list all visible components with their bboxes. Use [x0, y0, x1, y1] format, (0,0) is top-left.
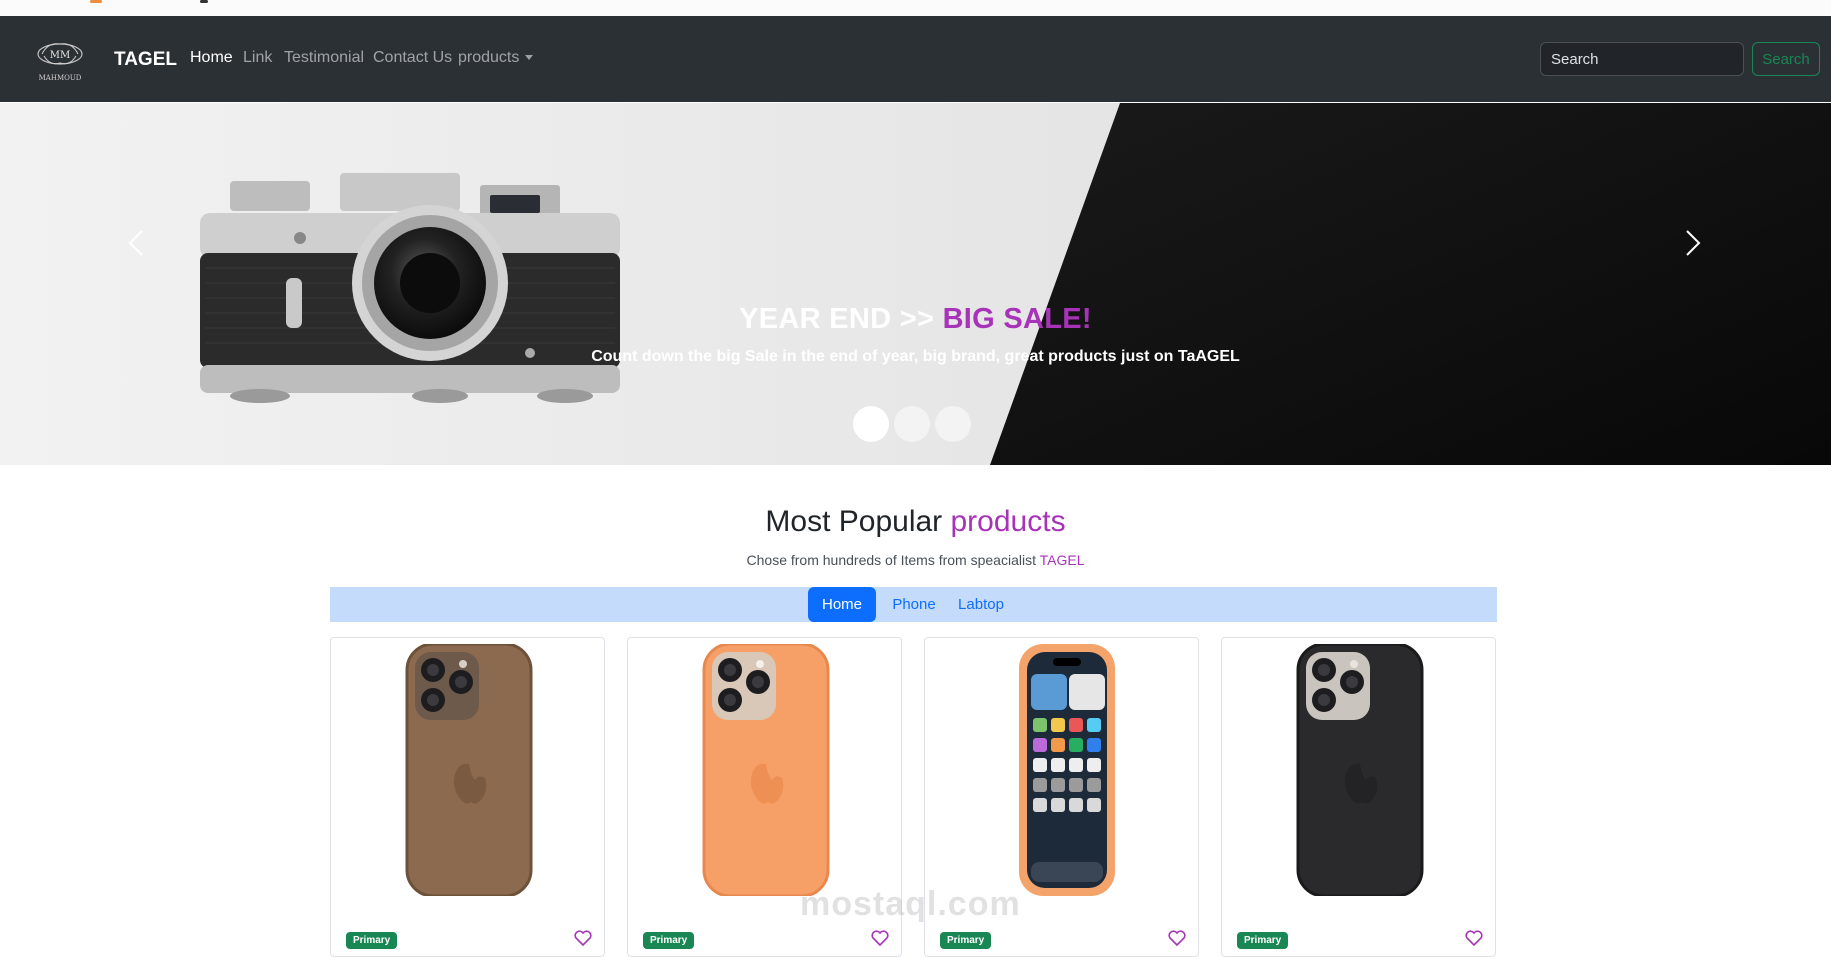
- hero-title-main: YEAR END >>: [739, 303, 943, 335]
- brand-logo-icon[interactable]: MM MAHMOUD: [28, 36, 92, 84]
- section-subtitle-main: Chose from hundreds of Items from speaci…: [746, 552, 1040, 568]
- product-badge: Primary: [346, 932, 398, 949]
- nav-link-link[interactable]: Link: [243, 49, 272, 67]
- carousel-next-icon[interactable]: [1673, 223, 1713, 263]
- browser-top-strip: [0, 0, 1831, 17]
- caret-down-icon: [525, 55, 534, 61]
- product-badge: Primary: [643, 932, 695, 949]
- nav-link-home[interactable]: Home: [190, 49, 233, 67]
- navbar: MM MAHMOUD TAGEL Home Link Testimonial C…: [0, 16, 1831, 102]
- carousel-indicator-2[interactable]: [894, 406, 930, 442]
- hero-title: YEAR END >> BIG SALE!: [0, 303, 1831, 336]
- product-badge: Primary: [940, 932, 992, 949]
- product-card[interactable]: Primary: [1221, 637, 1496, 957]
- svg-text:MM: MM: [50, 50, 70, 61]
- carousel-indicator-1[interactable]: [853, 406, 889, 442]
- hero-title-accent: BIG SALE!: [942, 303, 1092, 335]
- brand-name[interactable]: TAGEL: [114, 49, 177, 71]
- product-tabs: Home Phone Labtop: [330, 587, 1497, 622]
- carousel-indicator-3[interactable]: [935, 406, 971, 442]
- hero-subtitle: Count down the big Sale in the end of ye…: [591, 348, 1240, 365]
- tab-phone[interactable]: Phone: [886, 587, 942, 622]
- section-title: Most Popular products: [0, 505, 1831, 539]
- watermark: mostaql.com: [800, 885, 1021, 923]
- nav-link-contact[interactable]: Contact Us: [373, 49, 452, 67]
- section-title-accent: products: [950, 505, 1066, 538]
- carousel-prev-icon[interactable]: [118, 223, 158, 263]
- tab-title-fragment: [200, 0, 208, 3]
- nav-dropdown-label: products: [458, 49, 520, 66]
- hero-caption: YEAR END >> BIG SALE! Count down the big…: [0, 303, 1831, 366]
- product-badge: Primary: [1237, 932, 1289, 949]
- nav-link-testimonial[interactable]: Testimonial: [284, 49, 364, 67]
- section-subtitle: Chose from hundreds of Items from speaci…: [0, 552, 1831, 568]
- product-image-phone-orange: [702, 644, 830, 896]
- tab-favicon-icon: [90, 0, 102, 3]
- section-subtitle-accent: TAGEL: [1039, 552, 1085, 568]
- nav-dropdown-products[interactable]: products: [458, 49, 534, 67]
- carousel-indicators: [853, 406, 976, 442]
- tab-home[interactable]: Home: [808, 587, 876, 622]
- product-image-phone-black: [1296, 644, 1424, 896]
- svg-text:MAHMOUD: MAHMOUD: [39, 74, 82, 82]
- product-image-phone-brown: [405, 644, 533, 896]
- hero-carousel: YEAR END >> BIG SALE! Count down the big…: [0, 103, 1831, 465]
- product-card[interactable]: Primary: [330, 637, 605, 957]
- search-button[interactable]: Search: [1752, 42, 1820, 76]
- product-image-phone-front: [1019, 644, 1115, 896]
- search-input[interactable]: [1540, 42, 1744, 76]
- section-title-main: Most Popular: [765, 505, 951, 538]
- tab-labtop[interactable]: Labtop: [950, 587, 1012, 622]
